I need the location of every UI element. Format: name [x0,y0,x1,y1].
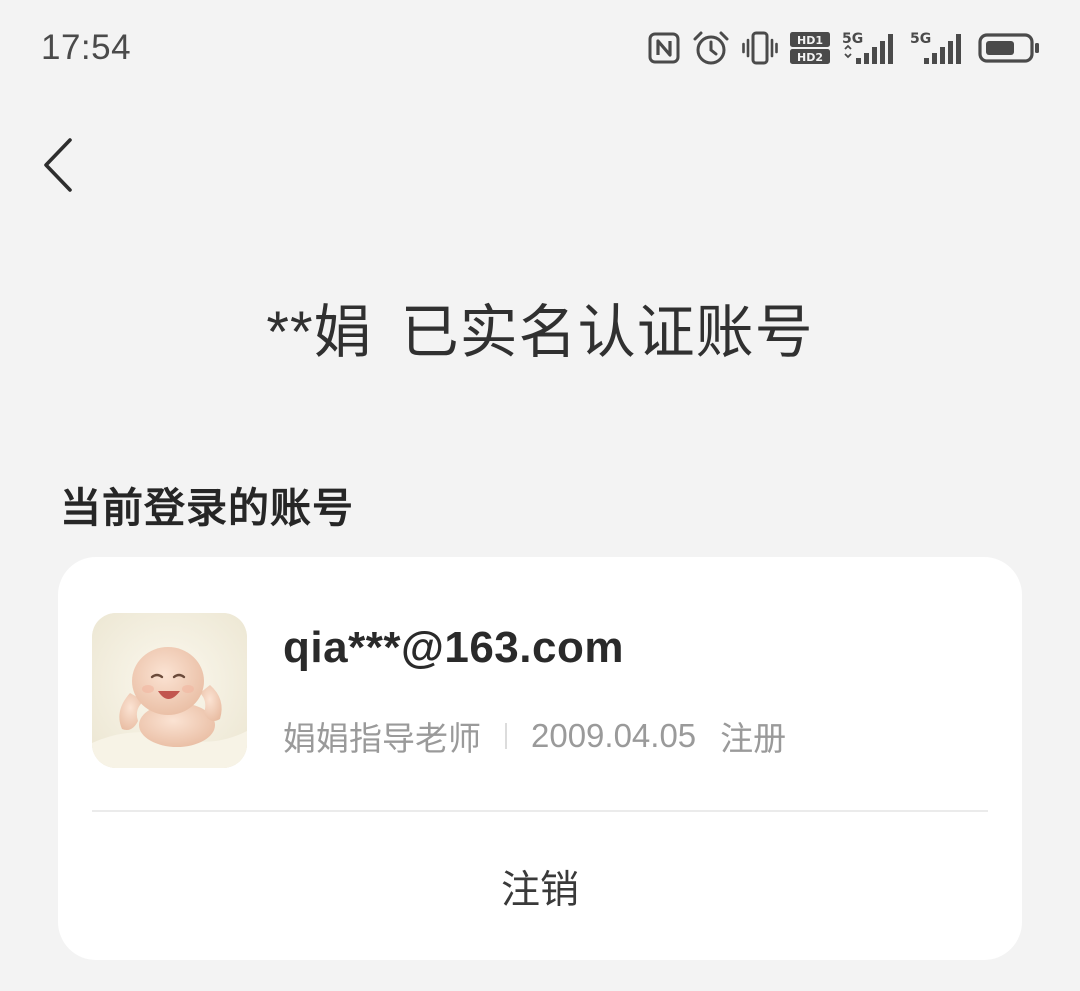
account-nickname: 娟娟指导老师 [283,720,481,757]
logout-button[interactable]: 注销 [92,814,988,960]
account-email: qia***@163.com [283,623,624,672]
signal-5g-icon: 5G [910,30,966,66]
alarm-icon [692,30,730,66]
status-icons: HD1 HD2 5G 5G [648,26,1040,70]
chevron-left-icon [41,137,75,198]
hd-icon: HD1 HD2 [790,32,830,64]
vibrate-icon [742,30,778,66]
hd-label-top: HD1 [797,34,823,47]
back-button[interactable] [28,132,88,202]
signal-5g-icon: 5G [842,30,898,66]
hd-label-bottom: HD2 [797,51,823,64]
status-bar: 17:54 HD1 HD2 5G 5G [0,0,1080,100]
account-meta: 娟娟指导老师 2009.04.05 注册 [283,714,786,758]
section-label-current-account: 当前登录的账号 [60,485,354,531]
status-time: 17:54 [41,28,132,67]
battery-icon [978,32,1040,64]
network-label-2: 5G [910,31,931,47]
register-date: 2009.04.05 [531,717,697,754]
meta-divider [505,723,507,749]
avatar[interactable] [92,613,247,768]
verified-status-text: 已实名认证账号 [400,300,814,365]
register-suffix: 注册 [720,720,787,757]
card-divider [92,810,988,812]
network-label-1: 5G [842,31,863,47]
account-card: qia***@163.com 娟娟指导老师 2009.04.05 注册 注销 [58,557,1022,960]
verified-name: **娟 [266,300,373,365]
page-title: **娟 已实名认证账号 [0,285,1080,369]
nfc-icon [648,32,680,64]
